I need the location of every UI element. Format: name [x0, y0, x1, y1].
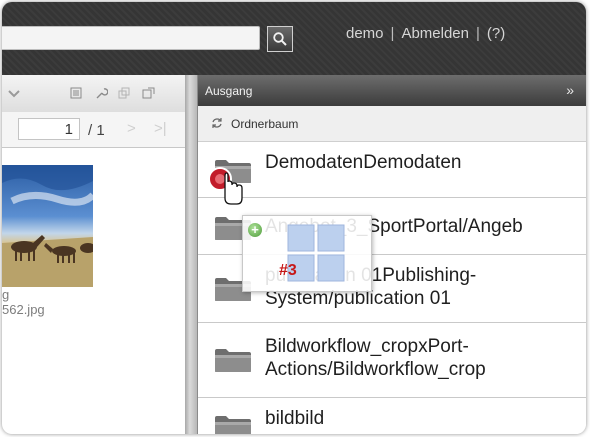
top-bar: demo | Abmelden | (?)	[2, 2, 586, 75]
logout-link[interactable]: Abmelden	[401, 25, 469, 42]
folder-tree-label: Ordnerbaum	[231, 117, 299, 131]
search-icon	[273, 32, 287, 46]
next-page-button[interactable]: >	[127, 120, 136, 137]
help-link[interactable]: (?)	[487, 25, 505, 42]
search-button[interactable]	[267, 26, 293, 52]
collapse-button[interactable]: »	[566, 82, 574, 98]
drag-preview: + #3	[242, 215, 372, 292]
folder-name: bildbild	[265, 408, 325, 429]
folder-icon	[215, 349, 251, 372]
pane-splitter[interactable]	[185, 75, 197, 434]
last-page-button[interactable]: >|	[154, 120, 167, 137]
pagination-bar: / 1 > >|	[2, 112, 185, 148]
page-total: / 1	[88, 122, 105, 139]
folder-tree-bar[interactable]: Ordnerbaum	[198, 106, 586, 142]
separator: |	[475, 25, 480, 42]
folder-name: Bildworkflow_cropxPort-	[265, 336, 469, 357]
add-badge: +	[248, 223, 262, 237]
content-toolbar	[2, 75, 185, 113]
folder-name-line2: Actions/Bildworkflow_crop	[265, 359, 486, 380]
drag-count: #3	[279, 262, 297, 279]
content-pane: / 1 > >| g	[2, 75, 185, 434]
panel-header: Ausgang »	[198, 75, 586, 106]
folder-item[interactable]: bildbild	[198, 398, 586, 434]
horse-photo	[2, 165, 93, 287]
folder-icon	[215, 416, 251, 434]
chevron-down-icon[interactable]	[7, 89, 21, 99]
separator: |	[390, 25, 395, 42]
panel-title: Ausgang	[205, 84, 253, 98]
file-name-partial: g	[2, 287, 10, 302]
page-number-input[interactable]	[18, 118, 80, 140]
top-links: demo | Abmelden | (?)	[346, 25, 505, 42]
image-thumbnail[interactable]	[2, 165, 93, 287]
list-view-icon[interactable]	[70, 87, 82, 99]
user-link[interactable]: demo	[346, 25, 384, 42]
refresh-icon[interactable]	[211, 117, 223, 129]
export-icon[interactable]	[142, 87, 155, 100]
folder-name: DemodatenDemodaten	[265, 152, 462, 173]
hand-cursor-icon	[208, 167, 243, 205]
tool-icon[interactable]	[95, 87, 108, 100]
app-window: demo | Abmelden | (?) / 1 >	[2, 2, 586, 434]
copy-icon[interactable]	[118, 87, 131, 100]
search-input[interactable]	[2, 26, 260, 50]
file-name: 562.jpg	[2, 302, 45, 317]
folder-item[interactable]: DemodatenDemodaten	[198, 142, 586, 198]
folder-item[interactable]: Bildworkflow_cropxPort- Actions/Bildwork…	[198, 323, 586, 398]
